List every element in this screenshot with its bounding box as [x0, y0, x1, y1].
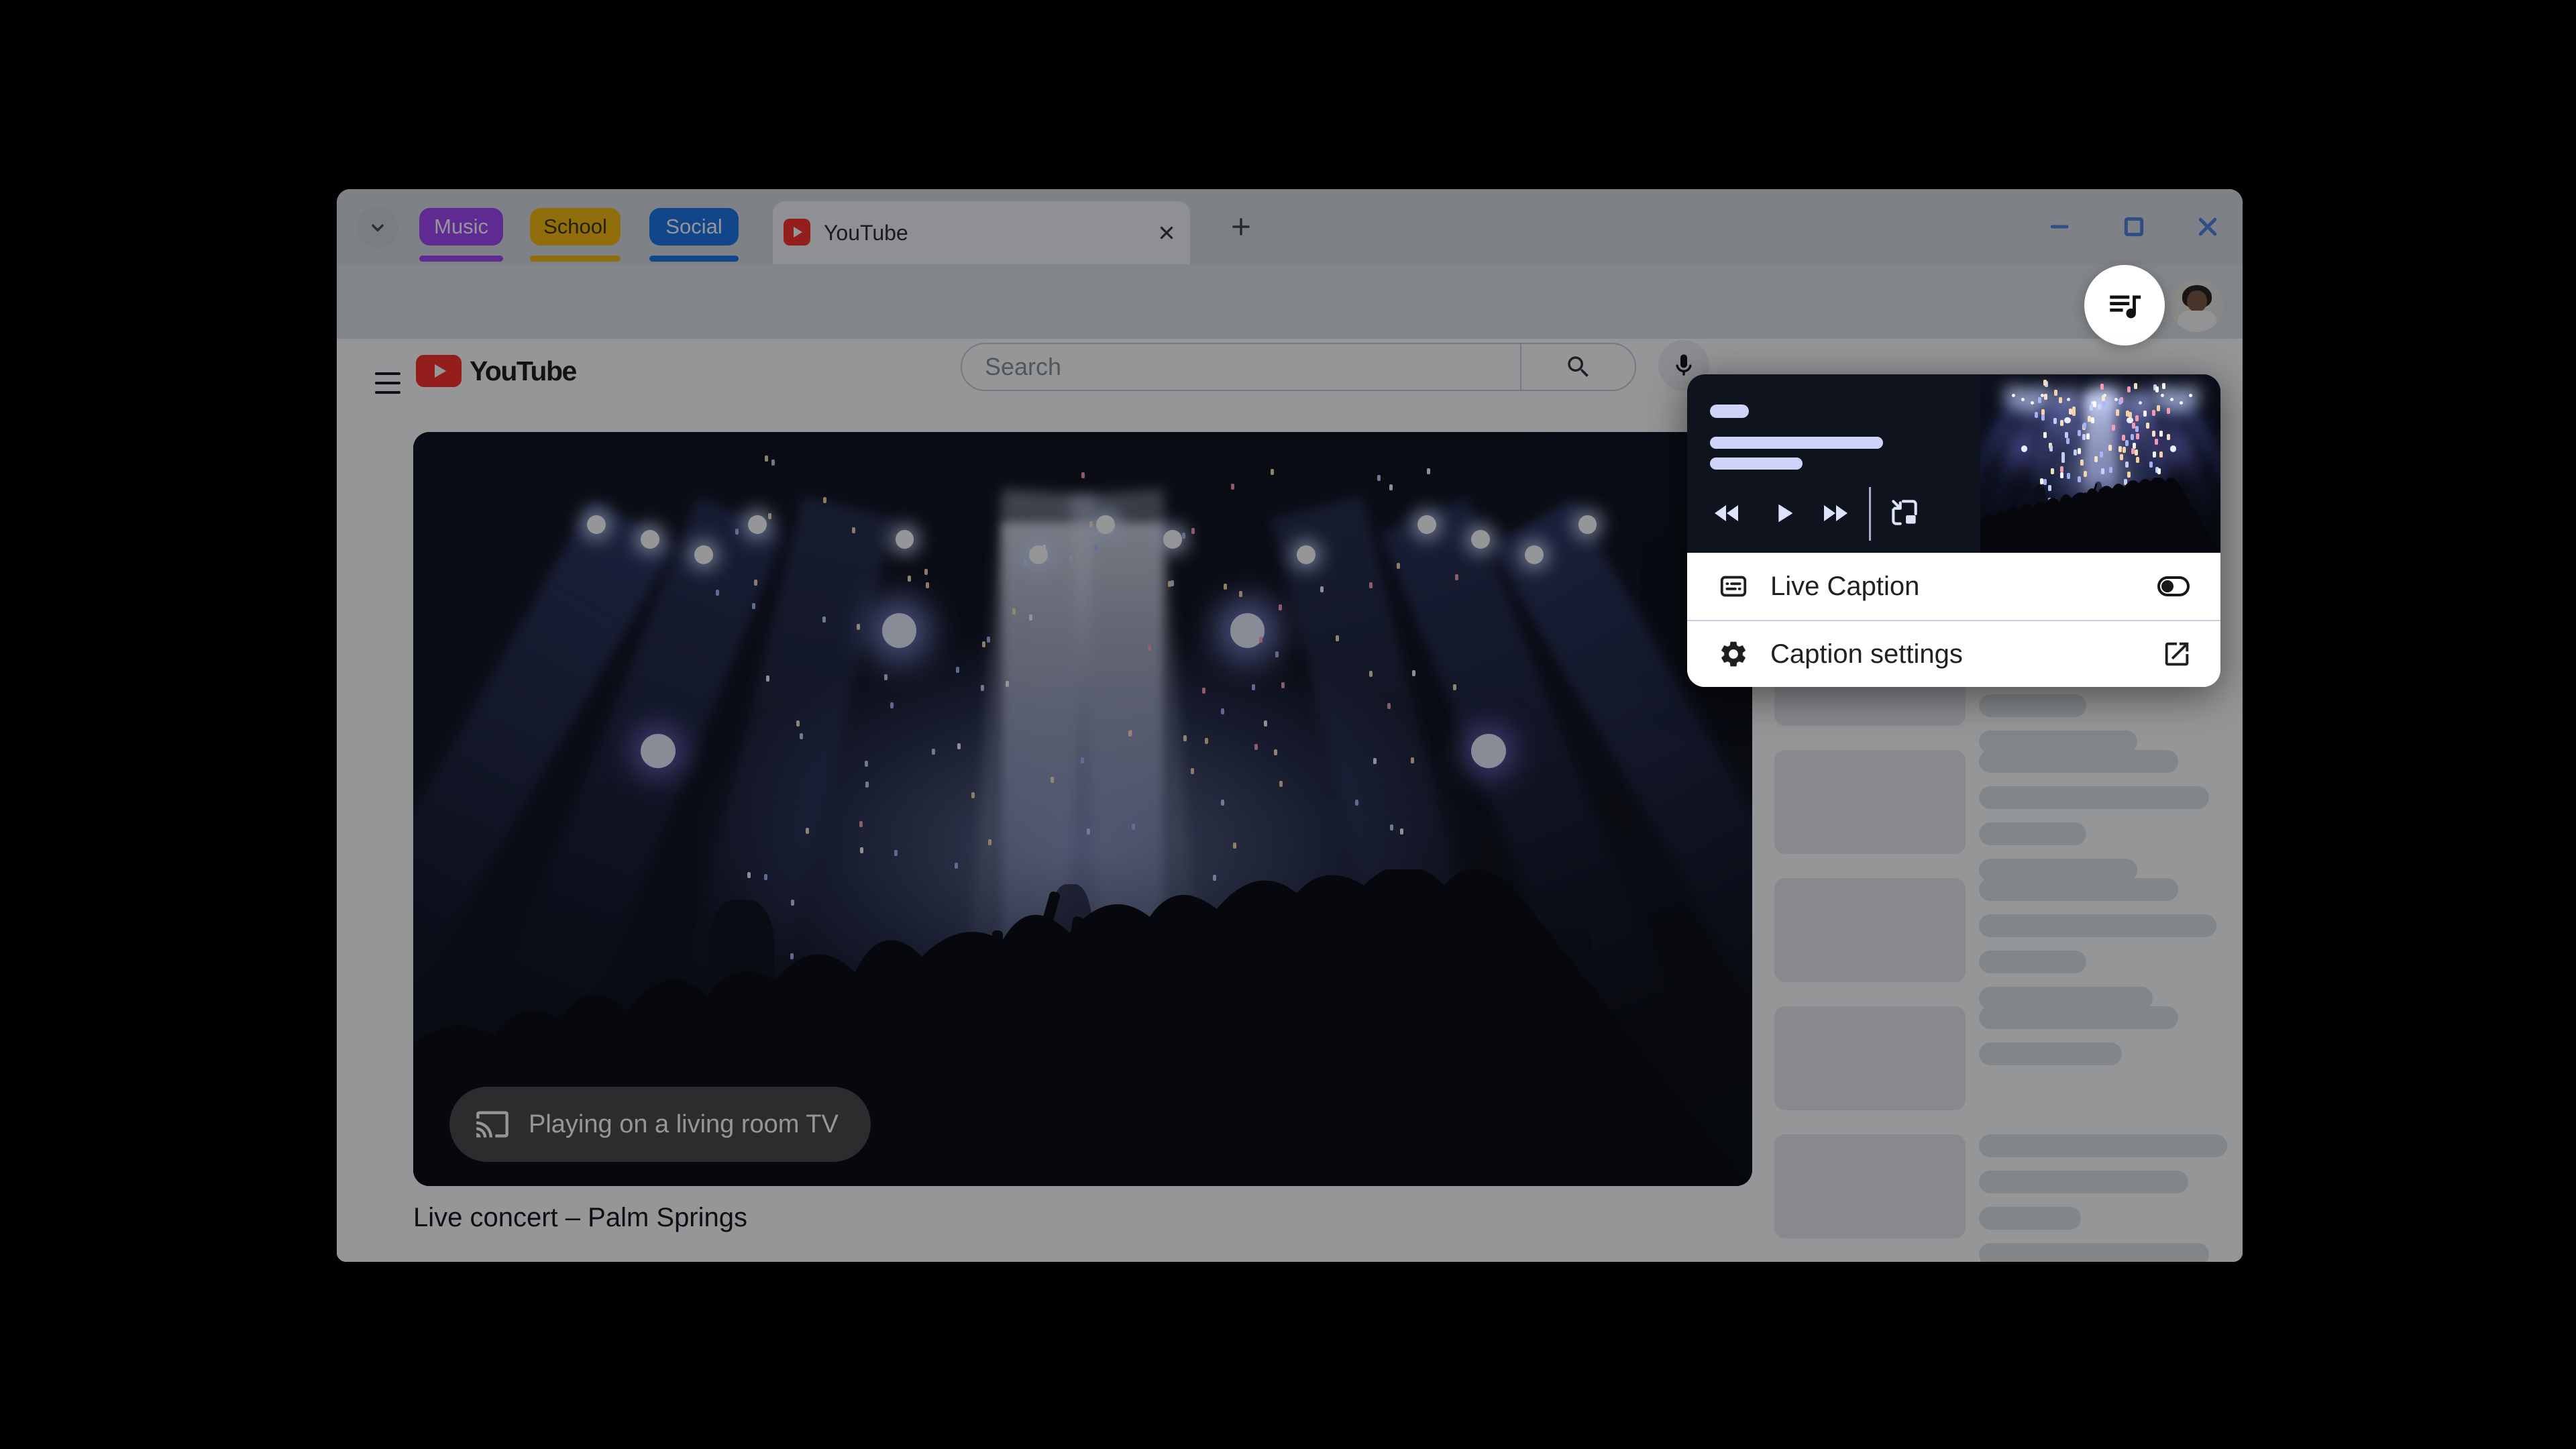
caption-settings-label: Caption settings [1770, 639, 1963, 669]
spotlight-scrim [337, 189, 2243, 1262]
browser-window: Music School Social YouTube YouTube Sear… [337, 189, 2243, 1262]
live-caption-icon [1718, 571, 1749, 602]
toggle-knob [2161, 580, 2174, 592]
album-artwork [1980, 374, 2220, 553]
caption-settings-row[interactable]: Caption settings [1687, 621, 2220, 687]
fast-rewind-icon [1715, 505, 1738, 521]
controls-divider [1869, 487, 1871, 541]
artist-placeholder-bar [1710, 458, 1803, 470]
live-caption-toggle[interactable] [2157, 576, 2190, 596]
previous-track-button[interactable] [1710, 496, 1745, 531]
fast-forward-icon [1824, 505, 1847, 521]
play-button[interactable] [1766, 496, 1801, 531]
source-placeholder-bar [1710, 405, 1749, 418]
picture-in-picture-icon [1892, 500, 1917, 525]
next-track-button[interactable] [1817, 496, 1852, 531]
play-icon [1778, 504, 1793, 523]
gear-icon [1718, 639, 1749, 669]
title-placeholder-bar [1710, 437, 1883, 449]
desktop-background: Music School Social YouTube YouTube Sear… [0, 0, 2576, 1449]
media-controls-button[interactable] [2084, 265, 2165, 345]
media-controls-popup: Live Caption Caption settings [1687, 374, 2220, 687]
queue-music-icon [2110, 295, 2141, 319]
open-in-new-icon [2161, 639, 2192, 669]
live-caption-row[interactable]: Live Caption [1687, 553, 2220, 620]
live-caption-label: Live Caption [1770, 571, 1920, 601]
picture-in-picture-button[interactable] [1887, 495, 1922, 530]
media-session-card [1687, 374, 2220, 553]
